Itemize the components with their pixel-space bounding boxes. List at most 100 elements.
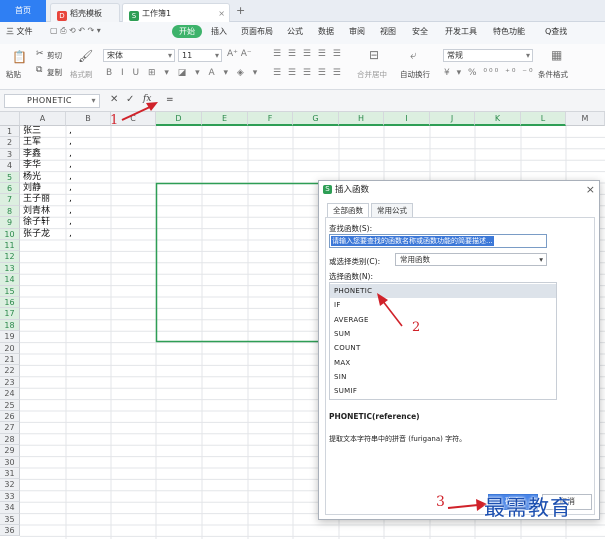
row-header[interactable]: 30 — [0, 456, 20, 468]
row-header[interactable]: 35 — [0, 513, 20, 525]
row-header[interactable]: 10 — [0, 228, 20, 240]
row-header[interactable]: 27 — [0, 422, 20, 434]
paste-icon[interactable]: 📋 — [12, 50, 27, 64]
cell-comma[interactable]: , — [69, 126, 72, 137]
merge-button[interactable]: 合并居中 — [357, 69, 387, 80]
tab-home[interactable]: 首页 — [0, 0, 46, 22]
tab-start[interactable]: 开始 — [172, 25, 202, 38]
row-header[interactable]: 1 — [0, 126, 20, 138]
row-header[interactable]: 34 — [0, 502, 20, 514]
row-header[interactable]: 17 — [0, 308, 20, 320]
save-icon[interactable]: ▢ ⎙ ⟲ ↶ ↷ ▾ — [50, 26, 101, 36]
cell-name[interactable]: 徐子轩 — [23, 217, 50, 228]
tab-workbook[interactable]: S 工作簿1 × — [122, 3, 230, 22]
tab-developer[interactable]: 开发工具 — [445, 26, 477, 37]
column-header[interactable]: M — [566, 112, 605, 126]
category-select[interactable]: 常用函数 ▾ — [395, 253, 547, 266]
cell-name[interactable]: 杨光 — [23, 172, 41, 183]
row-header[interactable]: 19 — [0, 331, 20, 343]
column-header[interactable]: H — [339, 112, 384, 126]
cell-comma[interactable]: , — [69, 160, 72, 171]
name-box[interactable]: PHONETIC ▾ — [4, 94, 100, 108]
function-list[interactable]: PHONETIC IF AVERAGE SUM COUNT MAX SIN SU… — [329, 282, 557, 400]
row-header[interactable]: 24 — [0, 388, 20, 400]
cell-comma[interactable]: , — [69, 183, 72, 194]
format-painter-icon[interactable]: 🖌 — [78, 49, 93, 63]
cell-name[interactable]: 刘静 — [23, 183, 41, 194]
paste-button[interactable]: 粘贴 — [6, 69, 21, 80]
row-header[interactable]: 32 — [0, 479, 20, 491]
cell-comma[interactable]: , — [69, 194, 72, 205]
row-header[interactable]: 23 — [0, 376, 20, 389]
column-header[interactable]: E — [202, 112, 248, 126]
cell-comma[interactable]: , — [69, 172, 72, 183]
close-icon[interactable]: × — [218, 4, 225, 23]
row-header[interactable]: 14 — [0, 274, 20, 286]
file-menu[interactable]: 三 文件 — [6, 26, 33, 37]
row-header[interactable]: 26 — [0, 411, 20, 423]
row-header[interactable]: 6 — [0, 183, 20, 195]
column-header[interactable]: K — [475, 112, 521, 126]
cell-comma[interactable]: , — [69, 149, 72, 160]
row-header[interactable]: 4 — [0, 160, 20, 172]
search-command[interactable]: Q查找 — [545, 26, 567, 37]
wrap-icon[interactable]: ⤶ — [410, 48, 417, 63]
row-header[interactable]: 15 — [0, 285, 20, 297]
row-header[interactable]: 20 — [0, 342, 20, 354]
tab-data[interactable]: 数据 — [318, 26, 334, 37]
column-header[interactable]: I — [384, 112, 430, 126]
row-header[interactable]: 21 — [0, 354, 20, 366]
cell-comma[interactable]: , — [69, 217, 72, 228]
row-header[interactable]: 12 — [0, 251, 20, 263]
row-header[interactable]: 16 — [0, 297, 20, 309]
cell-name[interactable]: 刘青林 — [23, 206, 50, 217]
cell-name[interactable]: 张子龙 — [23, 229, 50, 240]
cell-name[interactable]: 王军 — [23, 137, 41, 148]
conditional-format-button[interactable]: 条件格式 — [538, 69, 568, 80]
font-grow-icon[interactable]: A⁺ A⁻ — [227, 49, 252, 59]
cell-comma[interactable]: , — [69, 206, 72, 217]
merge-icon[interactable]: ⊟ — [369, 48, 379, 62]
row-header[interactable]: 33 — [0, 490, 20, 503]
cell-name[interactable]: 张三 — [23, 126, 41, 137]
column-header[interactable]: A — [20, 112, 66, 126]
row-header[interactable]: 36 — [0, 525, 20, 537]
cell-comma[interactable]: , — [69, 137, 72, 148]
tab-insert[interactable]: 插入 — [211, 26, 227, 37]
number-format-select[interactable]: 常规 ▾ — [443, 49, 533, 62]
row-header[interactable]: 18 — [0, 319, 20, 332]
column-header[interactable]: G — [293, 112, 339, 126]
close-icon[interactable]: × — [586, 183, 595, 196]
font-name-select[interactable]: 宋体 ▾ — [103, 49, 175, 62]
row-header[interactable]: 9 — [0, 217, 20, 229]
column-header[interactable]: D — [156, 112, 202, 126]
select-all-corner[interactable] — [0, 112, 20, 126]
tab-review[interactable]: 审阅 — [349, 26, 365, 37]
row-header[interactable]: 11 — [0, 240, 20, 252]
row-header[interactable]: 2 — [0, 137, 20, 149]
row-header[interactable]: 13 — [0, 262, 20, 275]
function-item[interactable]: IF — [330, 298, 556, 312]
cell-name[interactable]: 王子丽 — [23, 194, 50, 205]
function-item[interactable]: AVERAGE — [330, 313, 556, 327]
function-search-input[interactable]: 请输入您要查找的函数名称或函数功能的简要描述... — [329, 234, 547, 248]
function-item[interactable]: COUNT — [330, 341, 556, 355]
function-item[interactable]: SIN — [330, 370, 556, 384]
tab-view[interactable]: 视图 — [380, 26, 396, 37]
column-header[interactable]: B — [66, 112, 111, 126]
function-item[interactable]: MAX — [330, 356, 556, 370]
bold-icon[interactable]: B I U ⊞ ▾ ◪ ▾ A ▾ ◈ ▾ — [106, 68, 260, 78]
column-header[interactable]: J — [430, 112, 475, 126]
row-header[interactable]: 22 — [0, 365, 20, 377]
tab-security[interactable]: 安全 — [412, 26, 428, 37]
tab-all-functions[interactable]: 全部函数 — [327, 203, 369, 218]
row-header[interactable]: 5 — [0, 171, 20, 183]
align-top-icon[interactable]: ☰ ☰ ☰ ☰ ☰ — [273, 49, 343, 59]
currency-icon[interactable]: ¥ ▾ % ⁰⁰⁰ ⁺⁰ ⁻⁰ — [444, 68, 535, 78]
tab-template[interactable]: D 稻壳模板 — [50, 3, 120, 22]
tab-page-layout[interactable]: 页面布局 — [241, 26, 273, 37]
row-header[interactable]: 8 — [0, 205, 20, 218]
row-header[interactable]: 25 — [0, 399, 20, 411]
tab-features[interactable]: 特色功能 — [493, 26, 525, 37]
align-left-icon[interactable]: ☰ ☰ ☰ ☰ ☰ — [273, 68, 343, 78]
